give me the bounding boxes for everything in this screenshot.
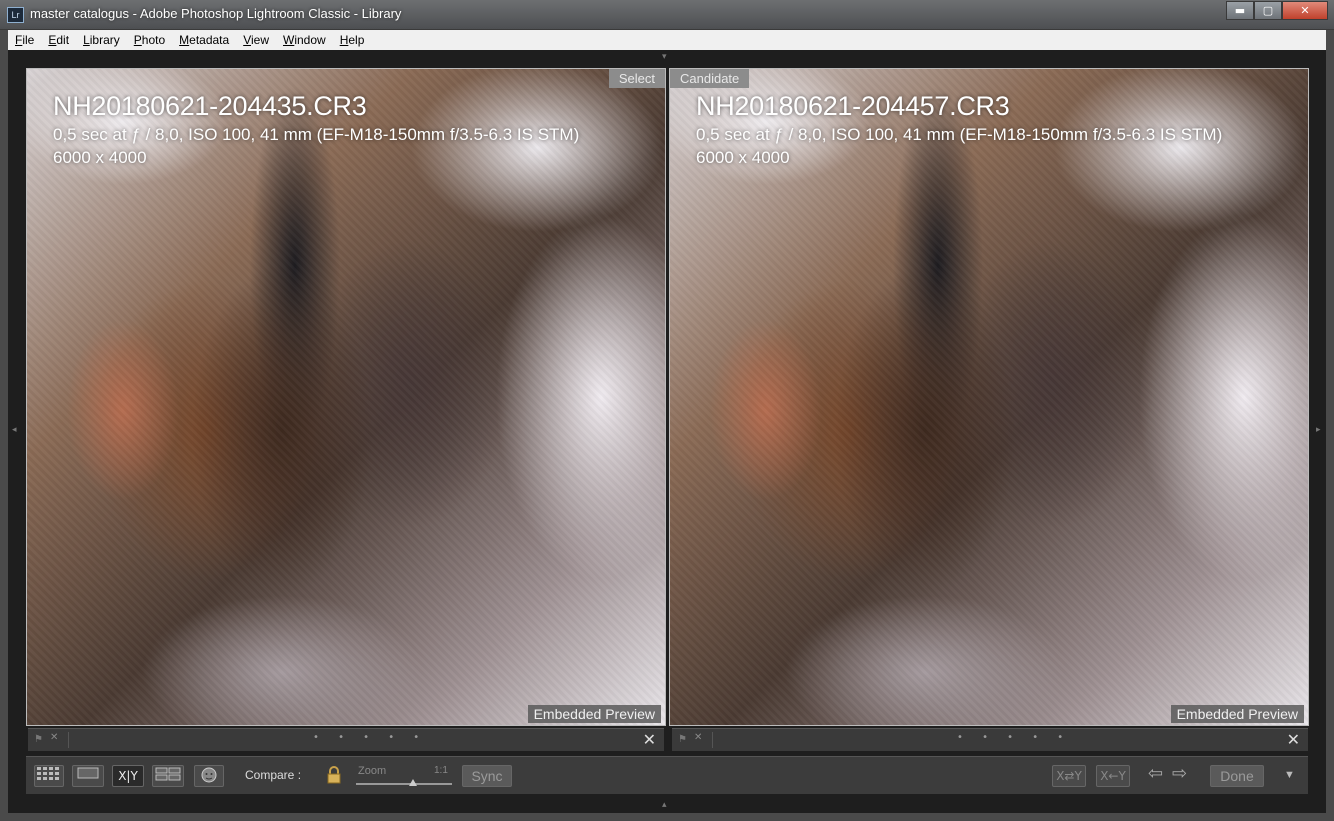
toolbar-menu-icon[interactable]: ▼ bbox=[1284, 769, 1295, 781]
menu-file[interactable]: File bbox=[8, 33, 41, 47]
candidate-dimensions: 6000 x 4000 bbox=[696, 148, 790, 167]
survey-view-icon bbox=[155, 767, 181, 781]
select-preview-badge: Embedded Preview bbox=[527, 705, 661, 723]
menu-window[interactable]: Window bbox=[276, 33, 333, 47]
rating-dots[interactable]: • • • • • bbox=[313, 732, 427, 743]
rating-dots[interactable]: • • • • • bbox=[957, 732, 1071, 743]
bottom-panel-toggle-icon[interactable]: ▴ bbox=[662, 800, 667, 810]
candidate-exif: 0,5 sec at ƒ / 8,0, ISO 100, 41 mm (EF-M… bbox=[696, 125, 1223, 144]
select-image-pane[interactable]: Select NH20180621-204435.CR3 0,5 sec at … bbox=[26, 68, 666, 726]
candidate-info-strip: ⚑ ✕ • • • • • ✕ bbox=[672, 728, 1308, 751]
menu-photo[interactable]: Photo bbox=[127, 33, 172, 47]
flag-icon[interactable]: ⚑ bbox=[34, 734, 44, 745]
menu-bar: File Edit Library Photo Metadata View Wi… bbox=[8, 30, 1326, 50]
zoom-slider-track[interactable] bbox=[356, 783, 452, 785]
people-view-icon bbox=[201, 767, 217, 783]
right-panel-toggle-icon[interactable]: ▸ bbox=[1316, 425, 1321, 435]
done-button[interactable]: Done bbox=[1210, 765, 1264, 787]
previous-photo-icon[interactable]: ⇦ bbox=[1148, 763, 1163, 784]
candidate-label: Candidate bbox=[670, 69, 750, 88]
strip-separator bbox=[68, 732, 69, 748]
survey-view-button[interactable] bbox=[152, 765, 184, 787]
maximize-button[interactable]: ▢ bbox=[1254, 1, 1282, 20]
toolbar: X|Y Compare : Zoom 1:1 Sync X⇄Y X←Y ⇦ ⇨ … bbox=[26, 756, 1308, 794]
select-dimensions: 6000 x 4000 bbox=[53, 148, 147, 167]
candidate-image-pane[interactable]: Candidate NH20180621-204457.CR3 0,5 sec … bbox=[669, 68, 1309, 726]
candidate-filename: NH20180621-204457.CR3 bbox=[696, 91, 1010, 121]
zoom-value: 1:1 bbox=[434, 765, 448, 776]
loupe-view-button[interactable] bbox=[72, 765, 104, 787]
grid-view-button[interactable] bbox=[34, 765, 64, 787]
left-panel-toggle-icon[interactable]: ◂ bbox=[12, 425, 17, 435]
close-select-icon[interactable]: ✕ bbox=[643, 730, 656, 749]
menu-view[interactable]: View bbox=[236, 33, 276, 47]
menu-help[interactable]: Help bbox=[333, 33, 372, 47]
menu-library[interactable]: Library bbox=[76, 33, 127, 47]
loupe-view-icon bbox=[77, 767, 99, 779]
flag-icon[interactable]: ⚑ bbox=[678, 734, 688, 745]
minimize-button[interactable]: ▬ bbox=[1226, 1, 1254, 20]
title-bar: Lr master catalogus - Adobe Photoshop Li… bbox=[0, 0, 1334, 30]
select-label: Select bbox=[608, 69, 665, 88]
menu-metadata[interactable]: Metadata bbox=[172, 33, 236, 47]
next-photo-icon[interactable]: ⇨ bbox=[1172, 763, 1187, 784]
select-exif: 0,5 sec at ƒ / 8,0, ISO 100, 41 mm (EF-M… bbox=[53, 125, 580, 144]
people-view-button[interactable] bbox=[194, 765, 224, 787]
top-panel-toggle-icon[interactable]: ▾ bbox=[662, 52, 667, 62]
select-info-strip: ⚑ ✕ • • • • • ✕ bbox=[28, 728, 664, 751]
window-title: master catalogus - Adobe Photoshop Light… bbox=[30, 6, 402, 21]
lightroom-app-icon: Lr bbox=[7, 7, 24, 23]
zoom-label: Zoom bbox=[358, 765, 387, 777]
lock-icon[interactable] bbox=[326, 765, 342, 789]
compare-view-button[interactable]: X|Y bbox=[112, 765, 144, 787]
compare-label: Compare : bbox=[245, 768, 302, 782]
zoom-slider-thumb[interactable] bbox=[409, 779, 417, 786]
make-select-button[interactable]: X←Y bbox=[1096, 765, 1130, 787]
close-window-button[interactable]: ✕ bbox=[1282, 1, 1328, 20]
window-controls: ▬ ▢ ✕ bbox=[1226, 1, 1328, 20]
sync-button[interactable]: Sync bbox=[462, 765, 512, 787]
swap-button[interactable]: X⇄Y bbox=[1052, 765, 1086, 787]
reject-flag-icon[interactable]: ✕ bbox=[50, 732, 58, 743]
grid-view-icon bbox=[37, 767, 59, 780]
strip-separator bbox=[712, 732, 713, 748]
close-candidate-icon[interactable]: ✕ bbox=[1287, 730, 1300, 749]
menu-edit[interactable]: Edit bbox=[41, 33, 76, 47]
reject-flag-icon[interactable]: ✕ bbox=[694, 732, 702, 743]
select-filename: NH20180621-204435.CR3 bbox=[53, 91, 367, 121]
candidate-preview-badge: Embedded Preview bbox=[1170, 705, 1304, 723]
